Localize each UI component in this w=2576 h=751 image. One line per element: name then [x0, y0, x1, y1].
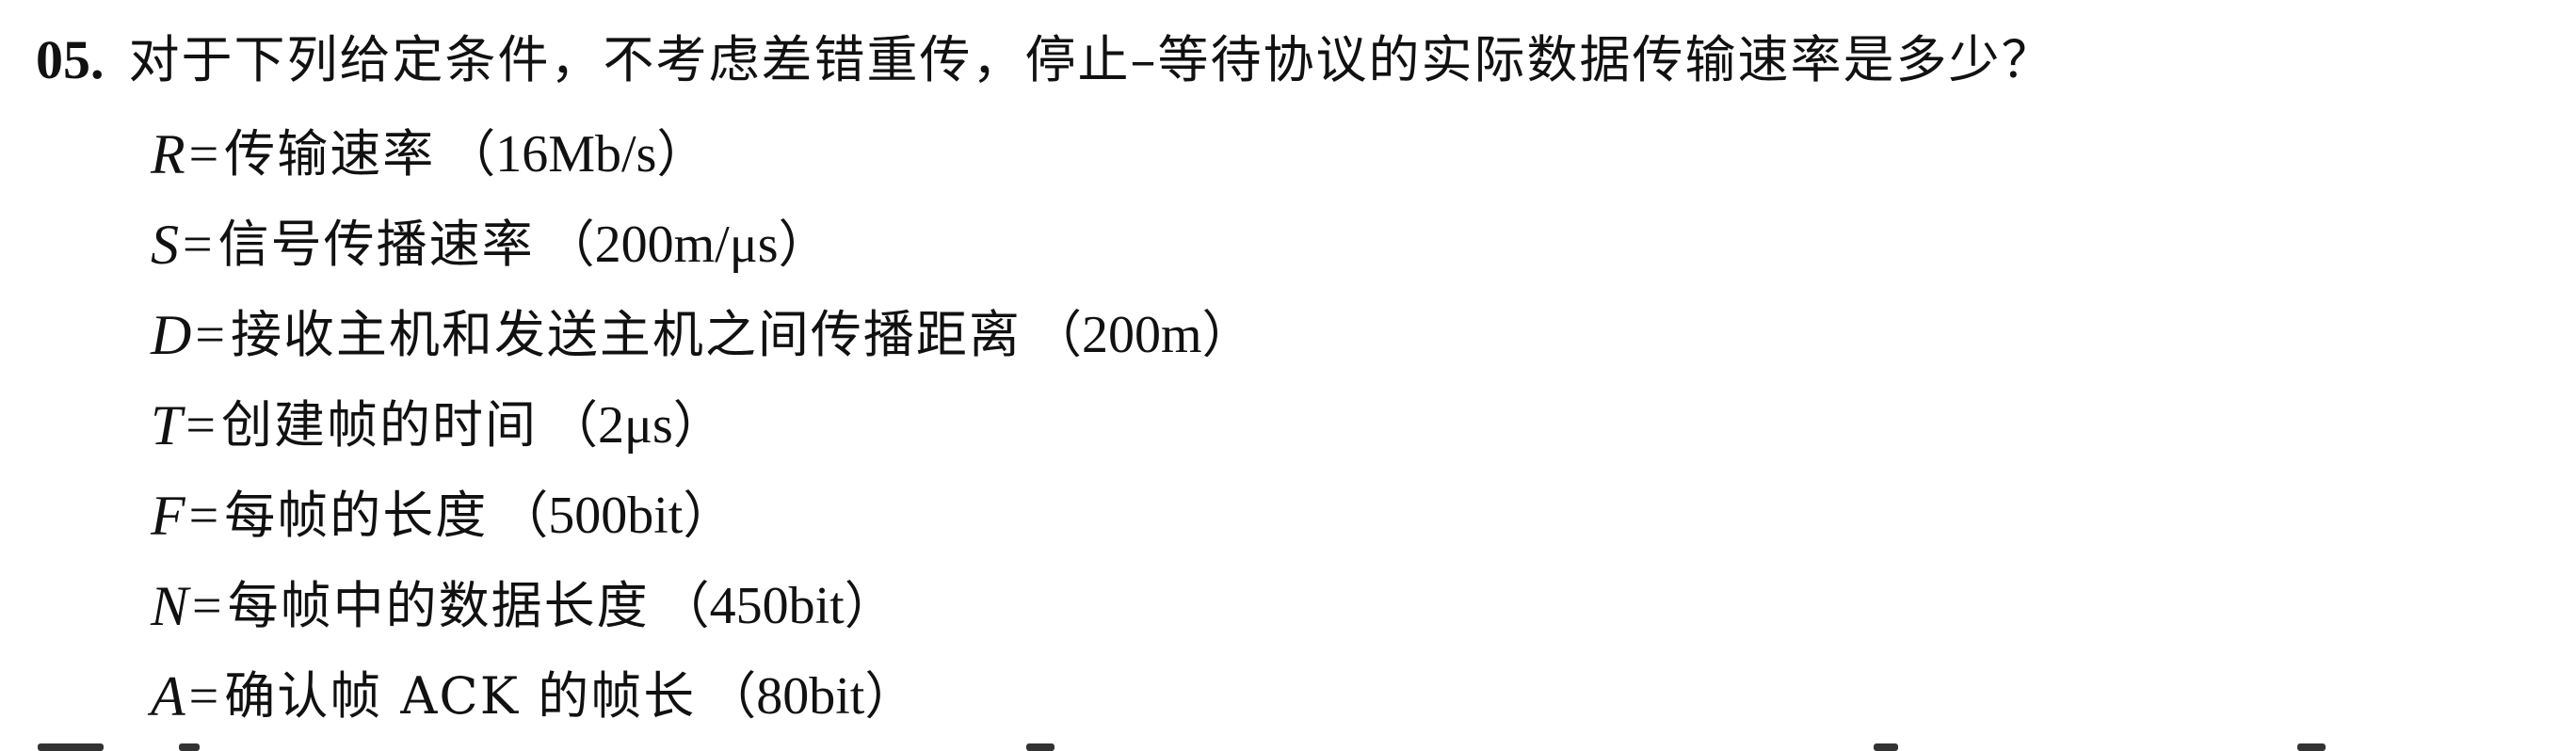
equals-sign: = [188, 125, 219, 184]
variable-value: （2μs） [547, 380, 724, 471]
variable-value: （500bit） [497, 471, 733, 561]
variable-list: R = 传输速率 （16Mb/s） S = 信号传播速率 （200m/μs） D… [151, 109, 2410, 742]
variable-line-d: D = 接收主机和发送主机之间传播距离 （200m） [151, 290, 2410, 380]
variable-description: 创建帧的时间 [220, 395, 538, 455]
close-paren: ） [1201, 305, 1253, 364]
question-number: 05. [36, 29, 105, 90]
open-paren: （ [497, 486, 549, 545]
value-text: 2μs [597, 396, 673, 455]
question-header: 05. 对于下列给定条件，不考虑差错重传，停止–等待协议的实际数据传输速率是多少… [36, 21, 2054, 100]
variable-value: （200m/μs） [544, 200, 829, 290]
variable-description: 确认帧 ACK 的帧长 [224, 666, 697, 726]
open-paren: （ [705, 666, 757, 726]
variable-symbol: N [151, 575, 189, 637]
variable-value: （200m） [1031, 290, 1253, 380]
variable-symbol: F [151, 485, 185, 547]
variable-symbol: D [151, 304, 192, 366]
close-paren: ） [656, 124, 708, 184]
open-paren: （ [546, 395, 598, 455]
cropped-glyph-fragment [179, 743, 200, 751]
variable-symbol: S [151, 214, 179, 276]
question-text: 对于下列给定条件，不考虑差错重传，停止–等待协议的实际数据传输速率是多少？ [128, 30, 2054, 89]
variable-value: （16Mb/s） [444, 109, 707, 200]
cropped-glyph-fragment [2297, 743, 2326, 751]
variable-line-t: T = 创建帧的时间 （2μs） [151, 380, 2410, 471]
variable-symbol: R [151, 123, 185, 185]
variable-description: 每帧的长度 [224, 486, 489, 545]
close-paren: ） [683, 486, 734, 545]
variable-description: 传输速率 [224, 124, 436, 184]
open-paren: （ [543, 215, 595, 274]
cropped-next-line-fragment [0, 740, 2576, 751]
equals-sign: = [195, 306, 225, 364]
variable-line-n: N = 每帧中的数据长度 （450bit） [151, 561, 2410, 651]
open-paren: （ [444, 124, 496, 184]
variable-symbol: A [151, 665, 185, 727]
close-paren: ） [778, 215, 829, 274]
equals-sign: = [192, 577, 222, 635]
variable-description: 每帧中的数据长度 [227, 576, 650, 635]
variable-line-a: A = 确认帧 ACK 的帧长 （80bit） [151, 651, 2410, 742]
variable-value: （80bit） [705, 651, 915, 742]
close-paren: ） [864, 666, 916, 726]
open-paren: （ [658, 576, 710, 635]
close-paren: ） [844, 576, 895, 635]
variable-description: 信号传播速率 [217, 215, 535, 274]
close-paren: ） [672, 395, 724, 455]
document-page: 05. 对于下列给定条件，不考虑差错重传，停止–等待协议的实际数据传输速率是多少… [0, 0, 2576, 751]
equals-sign: = [188, 487, 219, 545]
cropped-glyph-fragment [1026, 743, 1055, 751]
equals-sign: = [188, 667, 219, 726]
variable-symbol: T [151, 394, 183, 456]
equals-sign: = [183, 216, 213, 274]
cropped-glyph-fragment [38, 743, 104, 751]
equals-sign: = [185, 396, 216, 455]
value-text: 200m/μs [594, 216, 779, 274]
value-text: 450bit [709, 577, 845, 635]
variable-description: 接收主机和发送主机之间传播距离 [230, 305, 1022, 364]
cropped-glyph-fragment [1874, 743, 1898, 751]
value-text: 80bit [756, 667, 865, 726]
value-text: 200m [1081, 306, 1202, 364]
value-text: 16Mb/s [495, 125, 657, 184]
variable-line-r: R = 传输速率 （16Mb/s） [151, 109, 2410, 200]
variable-line-f: F = 每帧的长度 （500bit） [151, 471, 2410, 561]
open-paren: （ [1030, 305, 1082, 364]
value-text: 500bit [548, 487, 684, 545]
variable-value: （450bit） [659, 561, 895, 651]
variable-line-s: S = 信号传播速率 （200m/μs） [151, 200, 2410, 290]
